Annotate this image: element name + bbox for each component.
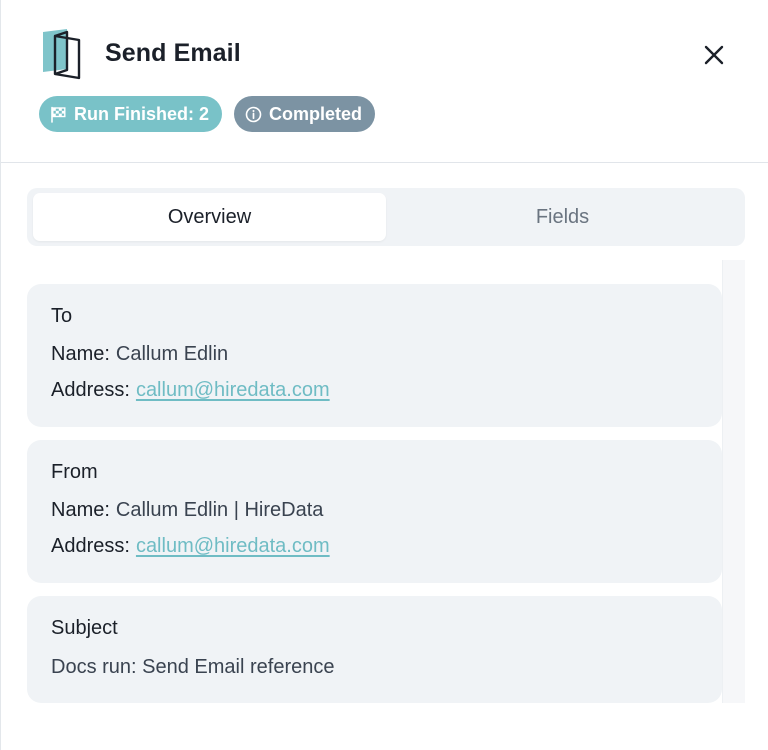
from-name-value: Callum Edlin | HireData: [115, 499, 324, 521]
close-button[interactable]: [699, 40, 729, 70]
to-address-row: Address: callum@hiredata.com: [51, 379, 698, 402]
tab-bar: Overview Fields: [27, 188, 745, 246]
page-title: Send Email: [105, 39, 241, 67]
to-card: To Name: Callum Edlin Address: callum@hire…: [27, 284, 722, 427]
status-badges: Run Finished: 2 Completed: [39, 96, 376, 132]
close-icon: [704, 45, 724, 65]
from-address-link[interactable]: callum@hiredata.com: [136, 535, 330, 557]
from-address-row: Address: callum@hiredata.com: [51, 535, 698, 558]
subject-value: Docs run: Send Email reference: [51, 656, 335, 678]
to-name-row: Name: Callum Edlin: [51, 343, 698, 366]
completed-badge: Completed: [234, 96, 376, 132]
from-name-row: Name: Callum Edlin | HireData: [51, 499, 698, 522]
send-email-panel: Send Email Run Finished: 2 Completed Ove…: [0, 0, 768, 750]
subject-card: Subject Docs run: Send Email reference: [27, 596, 722, 703]
tab-overview[interactable]: Overview: [33, 193, 386, 241]
book-open-icon: [41, 28, 85, 80]
panel-header: Send Email Run Finished: 2 Completed: [1, 0, 768, 163]
to-name-value: Callum Edlin: [115, 343, 229, 365]
from-card: From Name: Callum Edlin | HireData Addres…: [27, 440, 722, 583]
to-title: To: [51, 305, 73, 327]
subject-title: Subject: [51, 617, 118, 639]
from-name-label: Name:: [51, 499, 110, 521]
to-address-link[interactable]: callum@hiredata.com: [136, 379, 330, 401]
completed-label: Completed: [269, 103, 363, 124]
run-finished-label: Run Finished: 2: [74, 103, 209, 124]
to-name-label: Name:: [51, 343, 110, 365]
from-title: From: [51, 461, 98, 483]
run-finished-badge: Run Finished: 2: [39, 96, 222, 132]
to-address-label: Address:: [51, 379, 130, 401]
info-icon: [245, 106, 262, 122]
tab-fields[interactable]: Fields: [386, 193, 739, 241]
from-address-label: Address:: [51, 535, 130, 557]
flag-icon: [51, 106, 66, 123]
scrollbar[interactable]: [722, 260, 745, 703]
